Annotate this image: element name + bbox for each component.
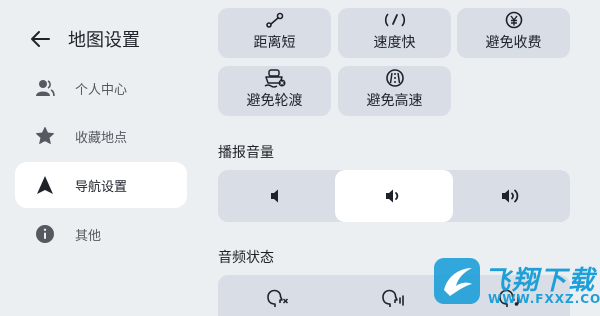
sidebar-item-label: 导航设置 bbox=[75, 179, 128, 195]
sidebar-item-navigation-settings[interactable]: 导航设置 bbox=[15, 162, 187, 208]
sidebar-item-other[interactable]: 其他 bbox=[15, 211, 187, 257]
back-arrow-icon bbox=[31, 31, 50, 47]
route-option-avoid-toll[interactable]: 避免收费 bbox=[457, 8, 570, 58]
sidebar-item-label: 收藏地点 bbox=[75, 130, 128, 146]
fast-speed-icon bbox=[384, 10, 406, 30]
navigation-arrow-icon bbox=[34, 174, 56, 196]
route-option-label: 避免高速 bbox=[366, 93, 423, 109]
info-icon bbox=[34, 223, 56, 245]
short-distance-icon bbox=[264, 10, 286, 30]
back-button[interactable] bbox=[28, 27, 52, 51]
volume-medium-icon bbox=[385, 189, 399, 203]
avoid-toll-icon bbox=[503, 10, 525, 30]
route-option-short-distance[interactable]: 距离短 bbox=[218, 8, 331, 58]
route-option-label: 距离短 bbox=[253, 35, 296, 51]
route-option-avoid-ferry[interactable]: 避免轮渡 bbox=[218, 66, 331, 116]
header: 地图设置 bbox=[28, 26, 140, 52]
route-option-label: 避免收费 bbox=[485, 35, 542, 51]
watermark: 飞翔下载 WWW.FXXZ.COM bbox=[432, 250, 600, 316]
avoid-highway-icon bbox=[384, 68, 406, 88]
route-option-avoid-highway[interactable]: 避免高速 bbox=[338, 66, 451, 116]
voice-low-icon bbox=[382, 289, 404, 307]
page-title: 地图设置 bbox=[68, 30, 140, 51]
volume-high-icon bbox=[502, 189, 519, 203]
route-option-fast-speed[interactable]: 速度快 bbox=[338, 8, 451, 58]
volume-low-icon bbox=[270, 189, 278, 203]
sidebar-item-personal-center[interactable]: 个人中心 bbox=[15, 65, 187, 111]
star-icon bbox=[34, 125, 56, 147]
watermark-url: WWW.FXXZ.COM bbox=[488, 292, 600, 306]
voice-mute-icon bbox=[266, 289, 288, 307]
sidebar: 地图设置 个人中心 收藏地点 导航设置 其他 bbox=[0, 0, 200, 316]
sidebar-item-label: 其他 bbox=[75, 228, 102, 244]
broadcast-volume-title: 播报音量 bbox=[218, 145, 274, 161]
person-icon bbox=[34, 77, 56, 99]
audio-status-title: 音频状态 bbox=[218, 250, 274, 266]
sidebar-item-favorites[interactable]: 收藏地点 bbox=[15, 113, 187, 159]
avoid-ferry-icon bbox=[263, 68, 287, 88]
sidebar-item-label: 个人中心 bbox=[75, 82, 128, 98]
volume-low-option[interactable] bbox=[218, 170, 335, 222]
watermark-logo-icon bbox=[434, 258, 480, 304]
volume-high-option[interactable] bbox=[453, 170, 570, 222]
audio-mute-option[interactable] bbox=[218, 275, 335, 316]
broadcast-volume-selector bbox=[218, 170, 570, 222]
route-option-label: 速度快 bbox=[373, 35, 416, 51]
volume-medium-option[interactable] bbox=[335, 170, 453, 222]
route-option-label: 避免轮渡 bbox=[246, 93, 303, 109]
